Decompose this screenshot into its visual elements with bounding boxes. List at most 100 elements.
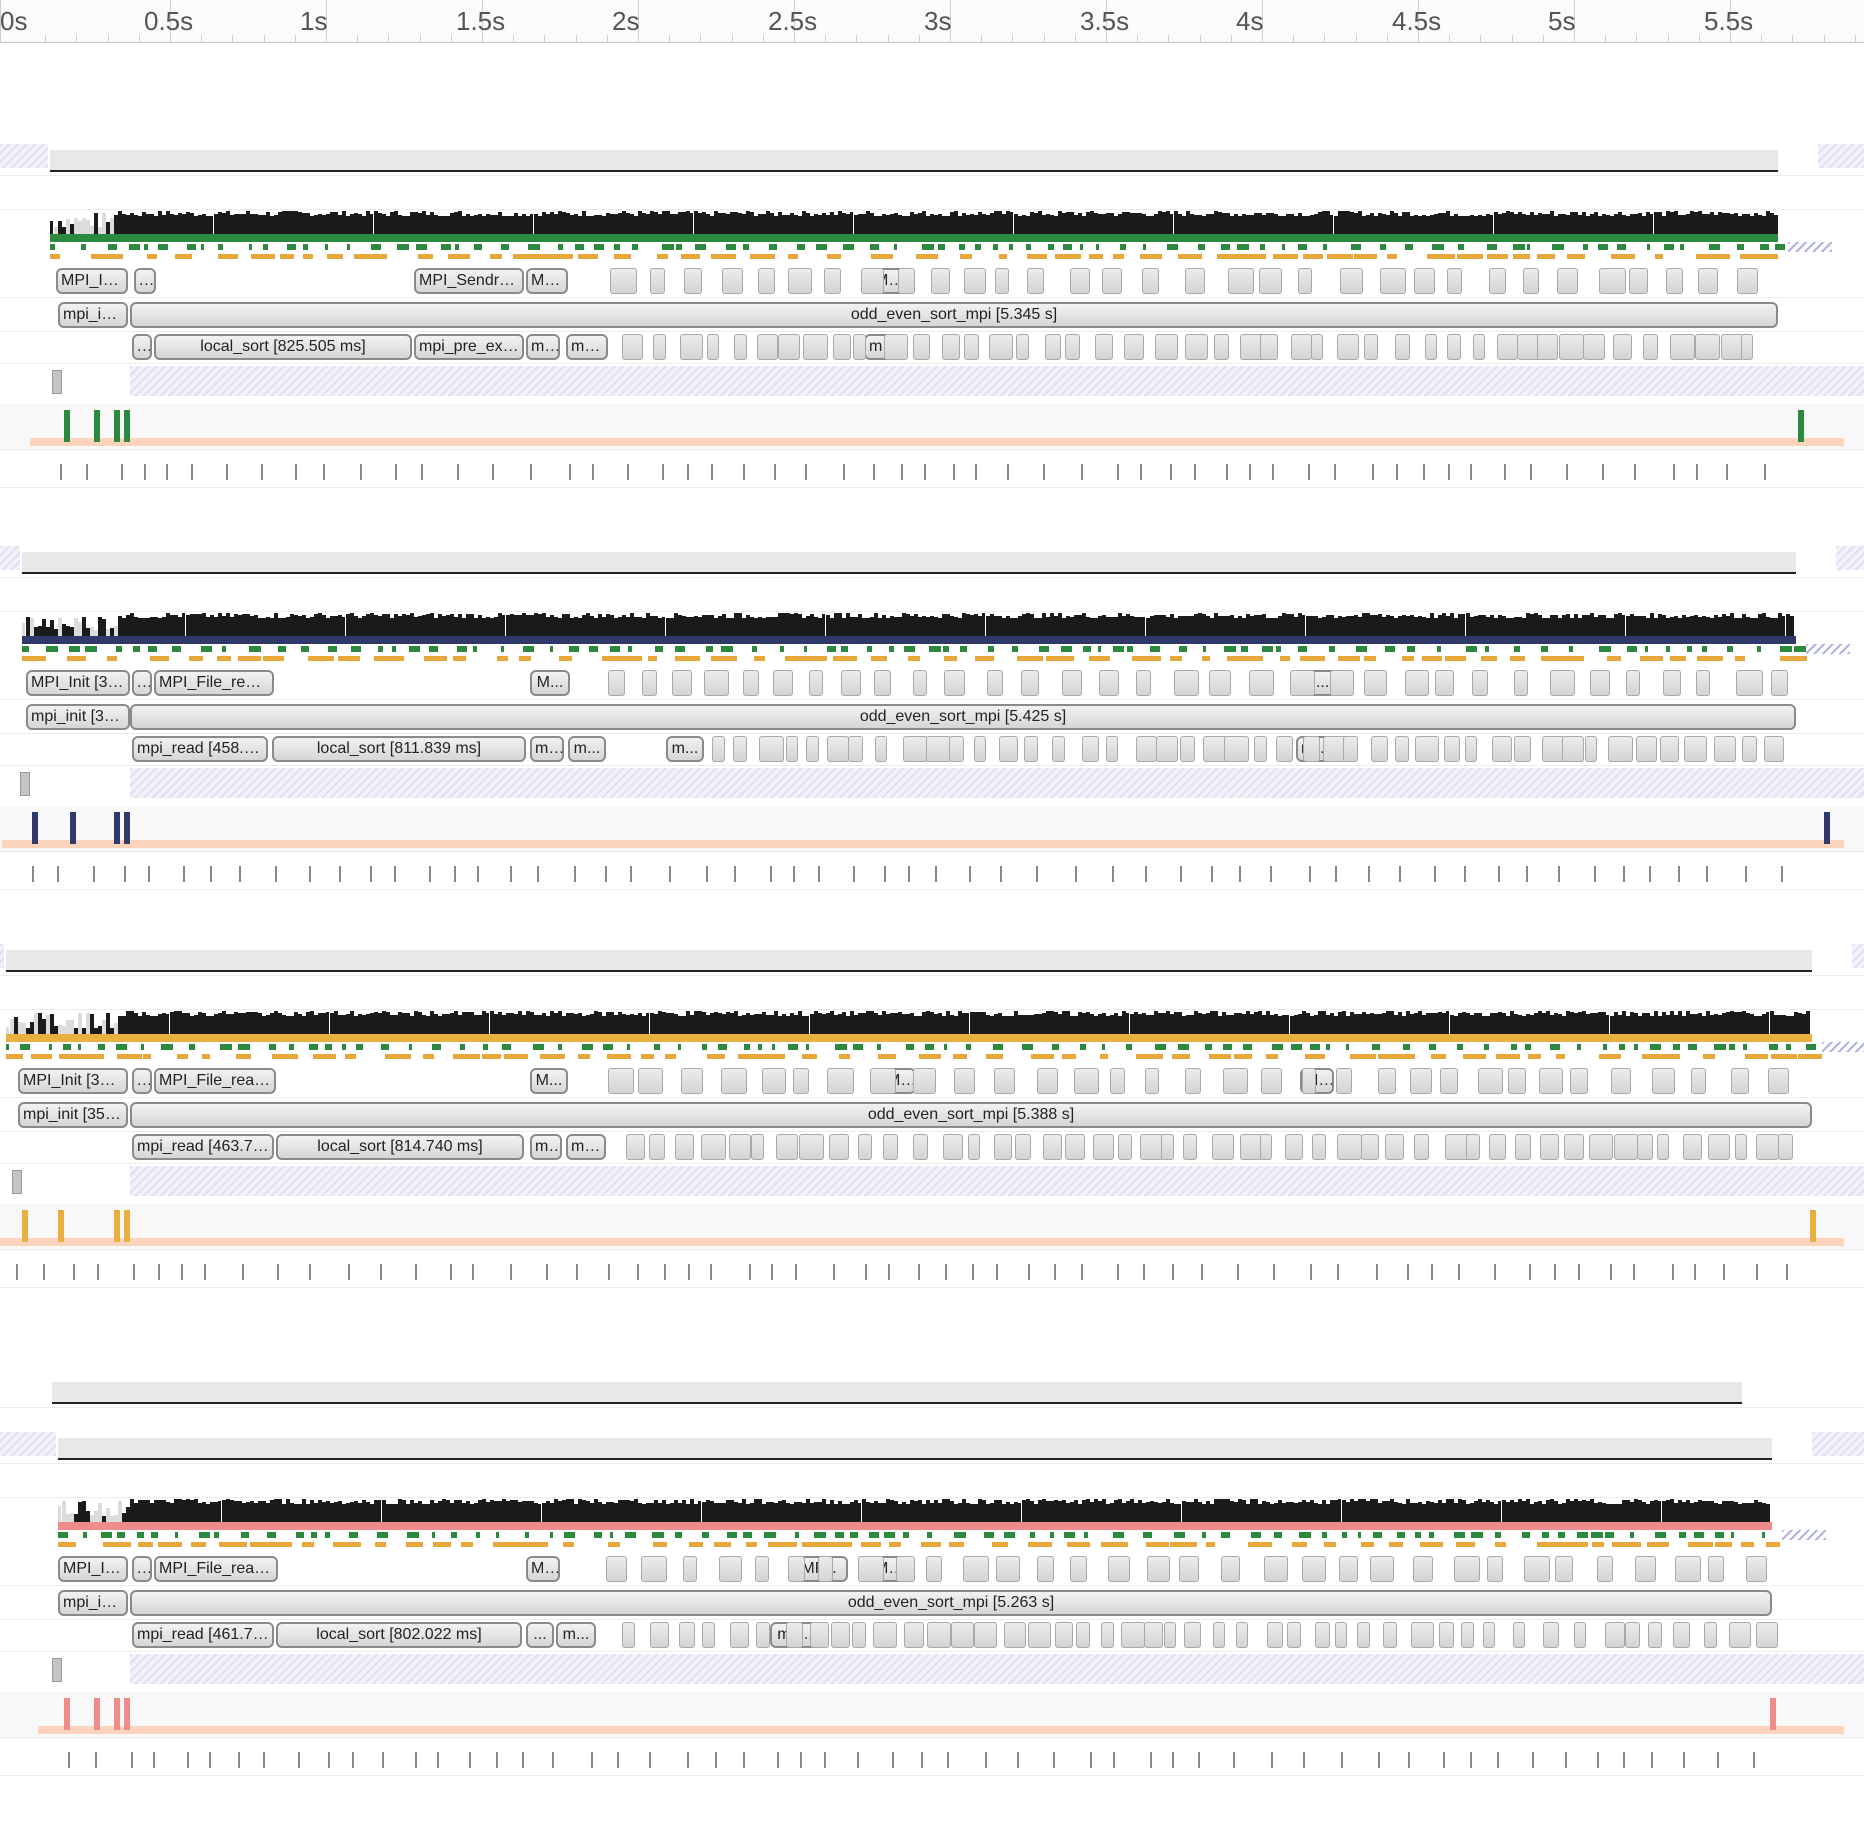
child-tiny-slice[interactable] xyxy=(1214,334,1229,360)
mpi-event-tiny-slice[interactable] xyxy=(1062,670,1082,696)
mpi-event-tiny-slice[interactable] xyxy=(1626,670,1640,696)
child-tiny-slice[interactable] xyxy=(875,736,887,762)
mpi-event-tiny-slice[interactable] xyxy=(1336,1068,1352,1094)
child-tiny-slice[interactable] xyxy=(1513,1622,1525,1648)
network-orange-track[interactable] xyxy=(58,1542,1780,1548)
mpi-event-tiny-slice[interactable] xyxy=(608,1068,634,1094)
mpi-event-tiny-slice[interactable] xyxy=(1736,670,1763,696)
mpi-event-tiny-slice[interactable] xyxy=(1731,1068,1749,1094)
mpi-event-tiny-slice[interactable] xyxy=(1027,268,1044,294)
mpi-event-tiny-slice[interactable] xyxy=(1454,1556,1480,1582)
cpu-activity-chart[interactable] xyxy=(58,1498,1772,1522)
child-tiny-slice[interactable] xyxy=(904,1622,924,1648)
process-header-bar[interactable] xyxy=(52,1382,1742,1404)
mpi-event-tiny-slice[interactable] xyxy=(1666,268,1683,294)
child-tiny-slice[interactable] xyxy=(1764,736,1784,762)
child-function-slice[interactable]: m... xyxy=(666,736,704,762)
mpi-event-tiny-slice[interactable] xyxy=(824,268,841,294)
child-tiny-slice[interactable] xyxy=(1657,1134,1669,1160)
child-function-slice[interactable]: m... xyxy=(530,736,564,762)
child-tiny-slice[interactable] xyxy=(1213,1622,1225,1648)
mpi-event-slice[interactable]: MP... xyxy=(526,268,568,294)
child-tiny-slice[interactable] xyxy=(1357,1622,1370,1648)
mpi-init-slice[interactable]: mpi_init [356... xyxy=(18,1102,128,1128)
mpi-event-tiny-slice[interactable] xyxy=(684,268,702,294)
child-tiny-slice[interactable] xyxy=(626,1134,645,1160)
child-tiny-slice[interactable] xyxy=(1741,334,1753,360)
child-tiny-slice[interactable] xyxy=(1583,334,1605,360)
child-tiny-slice[interactable] xyxy=(1055,1622,1073,1648)
child-tiny-slice[interactable] xyxy=(806,736,819,762)
child-tiny-slice[interactable] xyxy=(1385,1134,1404,1160)
mpi-event-tiny-slice[interactable] xyxy=(1228,268,1254,294)
odd-even-sort-slice[interactable]: odd_even_sort_mpi [5.345 s] xyxy=(130,302,1778,328)
child-tiny-slice[interactable] xyxy=(1708,1134,1730,1160)
mpi-event-slice[interactable]: MPI_Init [32... xyxy=(26,670,130,696)
child-tiny-slice[interactable] xyxy=(1447,334,1461,360)
mpi-event-tiny-slice[interactable] xyxy=(608,670,625,696)
mpi-event-tiny-slice[interactable] xyxy=(1555,1556,1573,1582)
child-tiny-slice[interactable] xyxy=(827,736,849,762)
child-tiny-slice[interactable] xyxy=(1311,334,1323,360)
mpi-event-tiny-slice[interactable] xyxy=(1414,268,1435,294)
mpi-event-tiny-slice[interactable] xyxy=(758,268,775,294)
mpi-event-tiny-slice[interactable] xyxy=(642,670,657,696)
syscall-tick-row[interactable] xyxy=(0,458,1864,488)
child-tiny-slice[interactable] xyxy=(974,736,986,762)
mpi-event-tiny-slice[interactable] xyxy=(1557,268,1578,294)
mpi-event-tiny-slice[interactable] xyxy=(931,268,950,294)
child-function-slice[interactable]: me... xyxy=(566,334,608,360)
mpi-event-tiny-slice[interactable] xyxy=(809,670,823,696)
child-tiny-slice[interactable] xyxy=(1260,1134,1272,1160)
mpi-event-tiny-slice[interactable] xyxy=(1185,268,1205,294)
child-tiny-slice[interactable] xyxy=(650,1622,669,1648)
mpi-event-slice[interactable]: MPI_File_read... xyxy=(154,670,274,696)
mpi-event-tiny-slice[interactable] xyxy=(1514,670,1528,696)
child-function-slice[interactable]: m... xyxy=(526,334,560,360)
mpi-event-tiny-slice[interactable] xyxy=(1209,670,1231,696)
network-green-track[interactable] xyxy=(6,1044,1816,1050)
mpi-event-tiny-slice[interactable] xyxy=(683,1556,697,1582)
mpi-event-tiny-slice[interactable] xyxy=(1652,1068,1675,1094)
child-tiny-slice[interactable] xyxy=(852,1622,866,1648)
child-tiny-slice[interactable] xyxy=(1492,736,1512,762)
child-tiny-slice[interactable] xyxy=(1756,1622,1778,1648)
child-tiny-slice[interactable] xyxy=(1625,1622,1640,1648)
child-tiny-slice[interactable] xyxy=(1118,1134,1132,1160)
child-tiny-slice[interactable] xyxy=(1224,736,1249,762)
mpi-event-tiny-slice[interactable] xyxy=(743,670,759,696)
child-tiny-slice[interactable] xyxy=(1543,1622,1559,1648)
child-tiny-slice[interactable] xyxy=(1364,334,1378,360)
child-tiny-slice[interactable] xyxy=(903,736,928,762)
child-tiny-slice[interactable] xyxy=(1483,1622,1495,1648)
mpi-event-tiny-slice[interactable] xyxy=(1380,268,1406,294)
child-tiny-slice[interactable] xyxy=(831,1622,850,1648)
child-tiny-slice[interactable] xyxy=(1613,334,1632,360)
mpi-event-tiny-slice[interactable] xyxy=(1037,1068,1058,1094)
network-orange-track[interactable] xyxy=(6,1054,1822,1060)
child-tiny-slice[interactable] xyxy=(858,1134,872,1160)
mpi-event-tiny-slice[interactable] xyxy=(1478,1068,1503,1094)
child-tiny-slice[interactable] xyxy=(1028,1622,1051,1648)
mpi-event-tiny-slice[interactable] xyxy=(1447,268,1462,294)
child-tiny-slice[interactable] xyxy=(1673,1622,1690,1648)
mpi-event-tiny-slice[interactable] xyxy=(1590,670,1610,696)
mpi-event-tiny-slice[interactable] xyxy=(650,268,665,294)
child-tiny-slice[interactable] xyxy=(1648,1622,1662,1648)
child-tiny-slice[interactable] xyxy=(1695,334,1720,360)
mpi-event-tiny-slice[interactable] xyxy=(1410,1068,1432,1094)
child-tiny-slice[interactable] xyxy=(786,1622,803,1648)
child-tiny-slice[interactable] xyxy=(1489,1134,1506,1160)
cpu-activity-chart[interactable] xyxy=(50,210,1778,234)
mpi-event-tiny-slice[interactable] xyxy=(874,670,891,696)
mpi-event-tiny-slice[interactable] xyxy=(1629,268,1648,294)
child-tiny-slice[interactable] xyxy=(1121,1622,1145,1648)
mpi-event-tiny-slice[interactable] xyxy=(672,670,692,696)
mpi-event-tiny-slice[interactable] xyxy=(1179,1556,1199,1582)
child-function-slice[interactable]: ... xyxy=(132,334,152,360)
child-function-slice[interactable]: local_sort [802.022 ms] xyxy=(276,1622,522,1648)
child-tiny-slice[interactable] xyxy=(1183,1134,1197,1160)
mpi-event-tiny-slice[interactable] xyxy=(896,1556,915,1582)
child-tiny-slice[interactable] xyxy=(1337,334,1359,360)
mpi-event-tiny-slice[interactable] xyxy=(858,1556,884,1582)
